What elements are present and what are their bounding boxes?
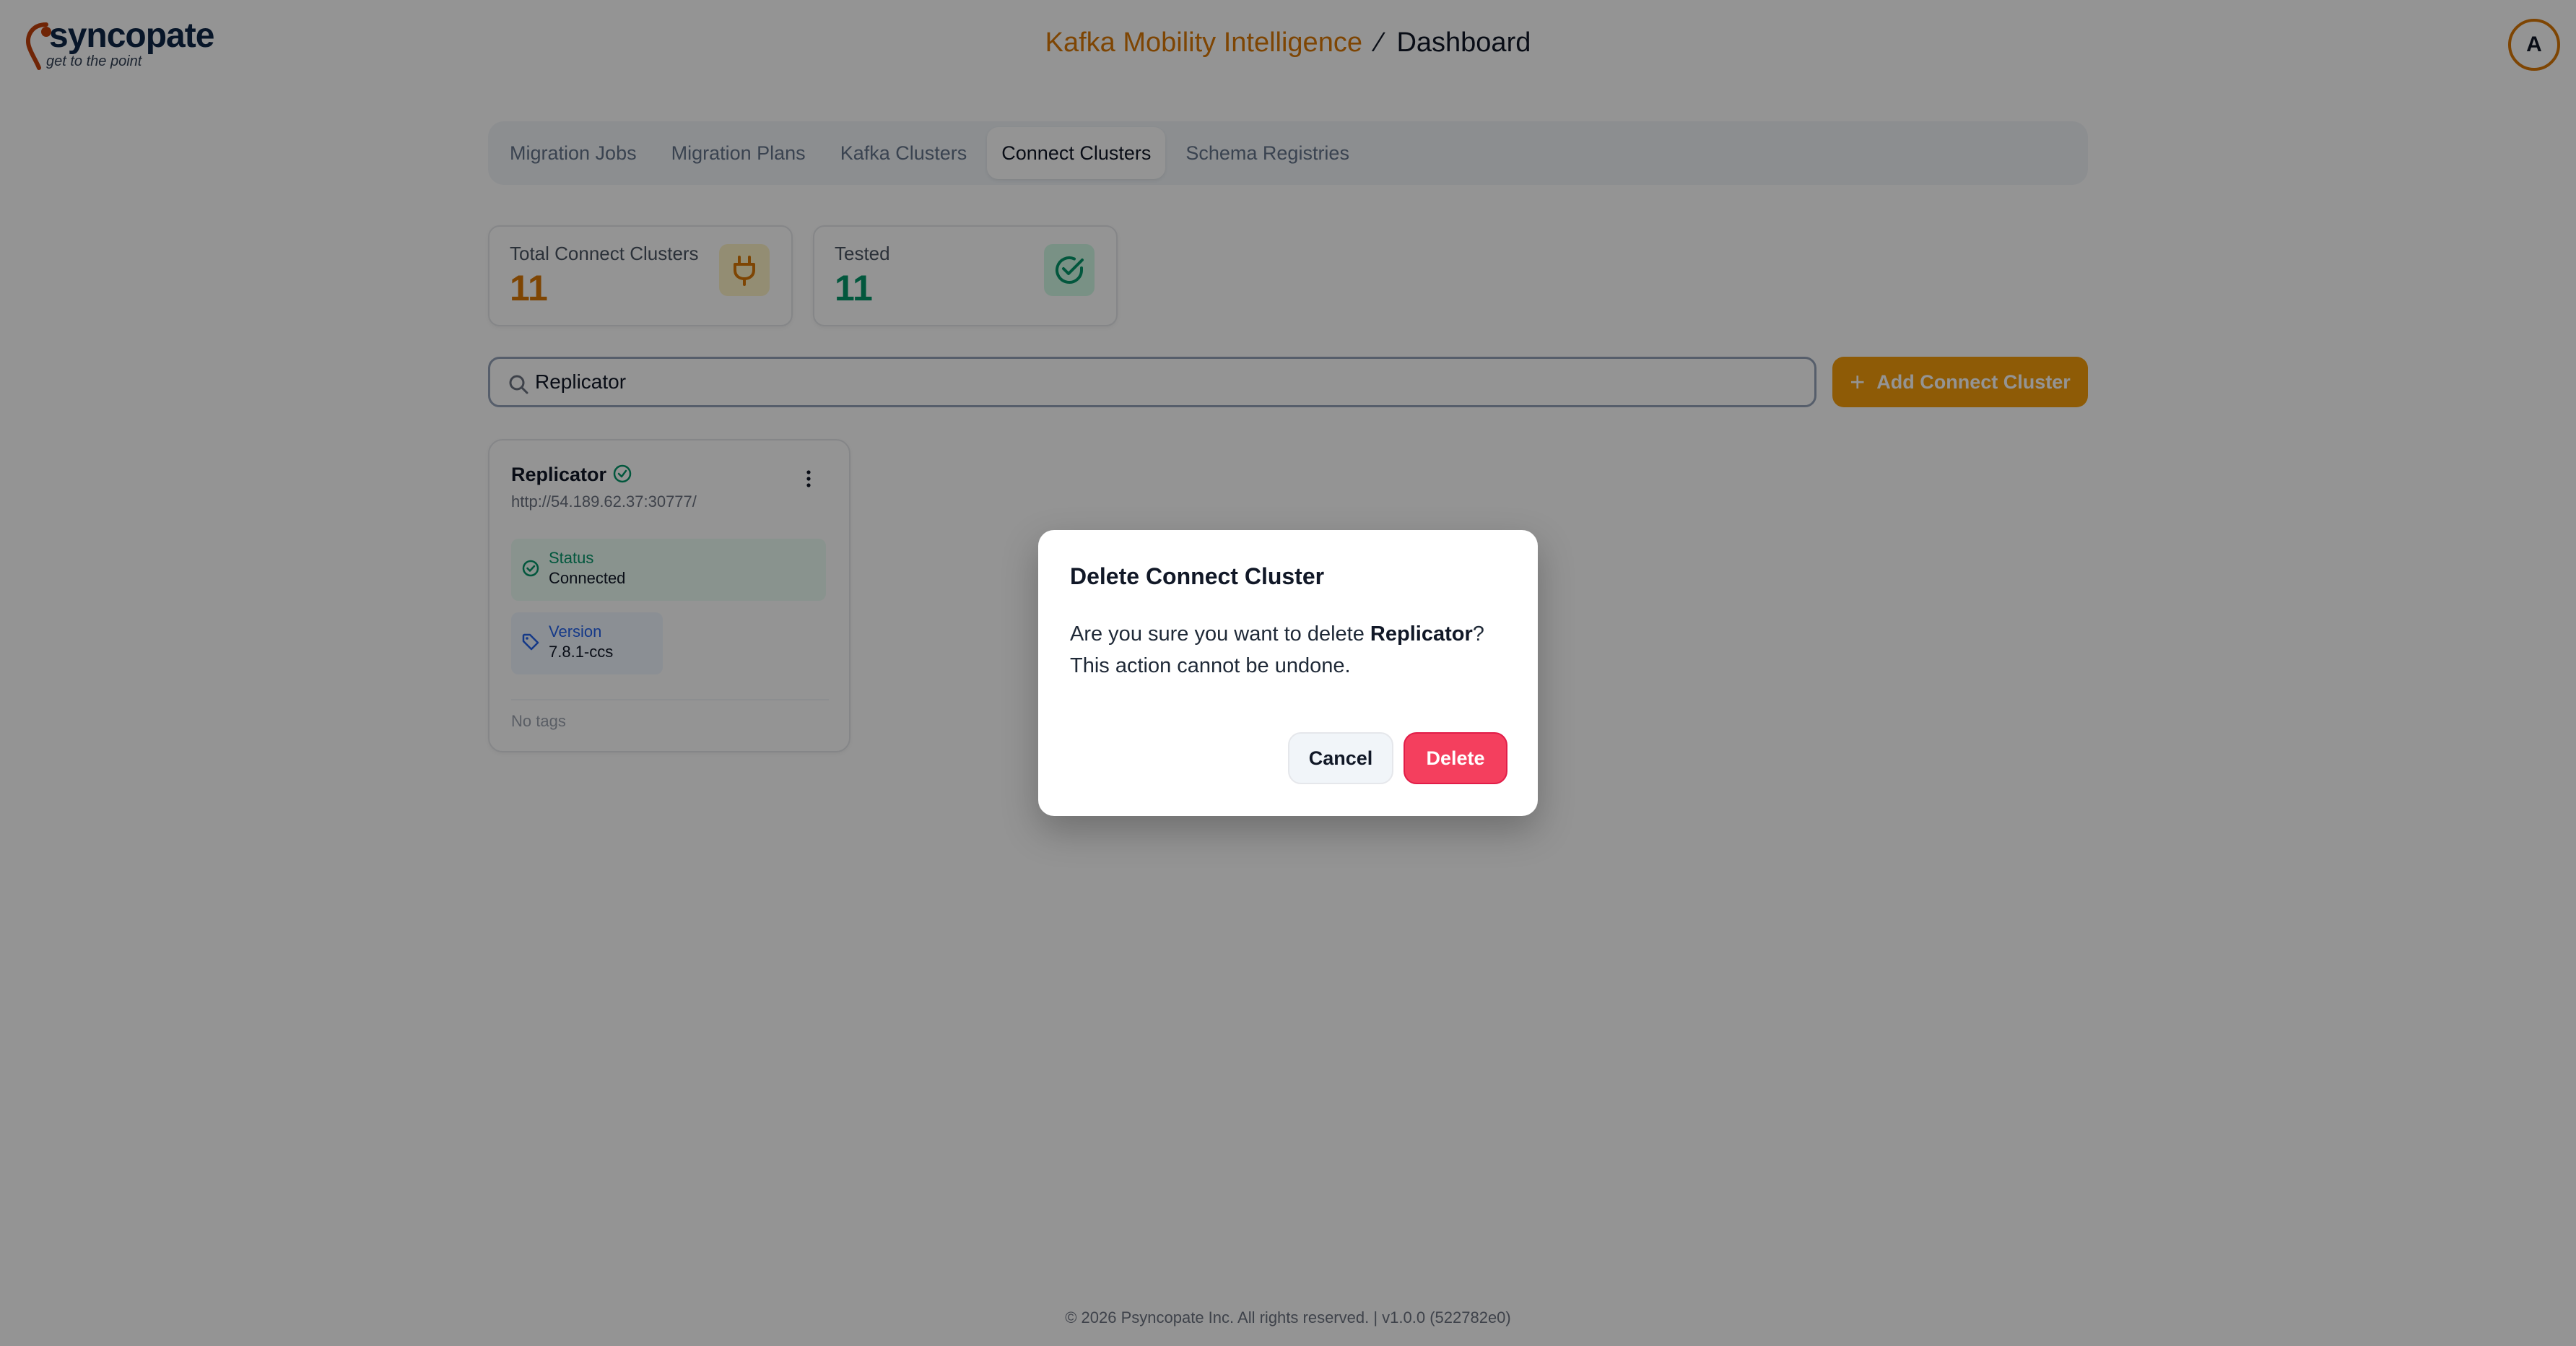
dialog-message-target: Replicator xyxy=(1370,622,1473,646)
dialog-message-prefix: Are you sure you want to delete xyxy=(1070,622,1370,646)
delete-button[interactable]: Delete xyxy=(1404,732,1507,784)
page: syncopate get to the point Kafka Mobilit… xyxy=(0,0,2576,1346)
dialog-title: Delete Connect Cluster xyxy=(1070,563,1325,589)
dialog-message: Are you sure you want to delete Replicat… xyxy=(1070,618,1510,682)
delete-dialog: Delete Connect Cluster Are you sure you … xyxy=(1038,530,1538,816)
cancel-button[interactable]: Cancel xyxy=(1288,732,1393,784)
